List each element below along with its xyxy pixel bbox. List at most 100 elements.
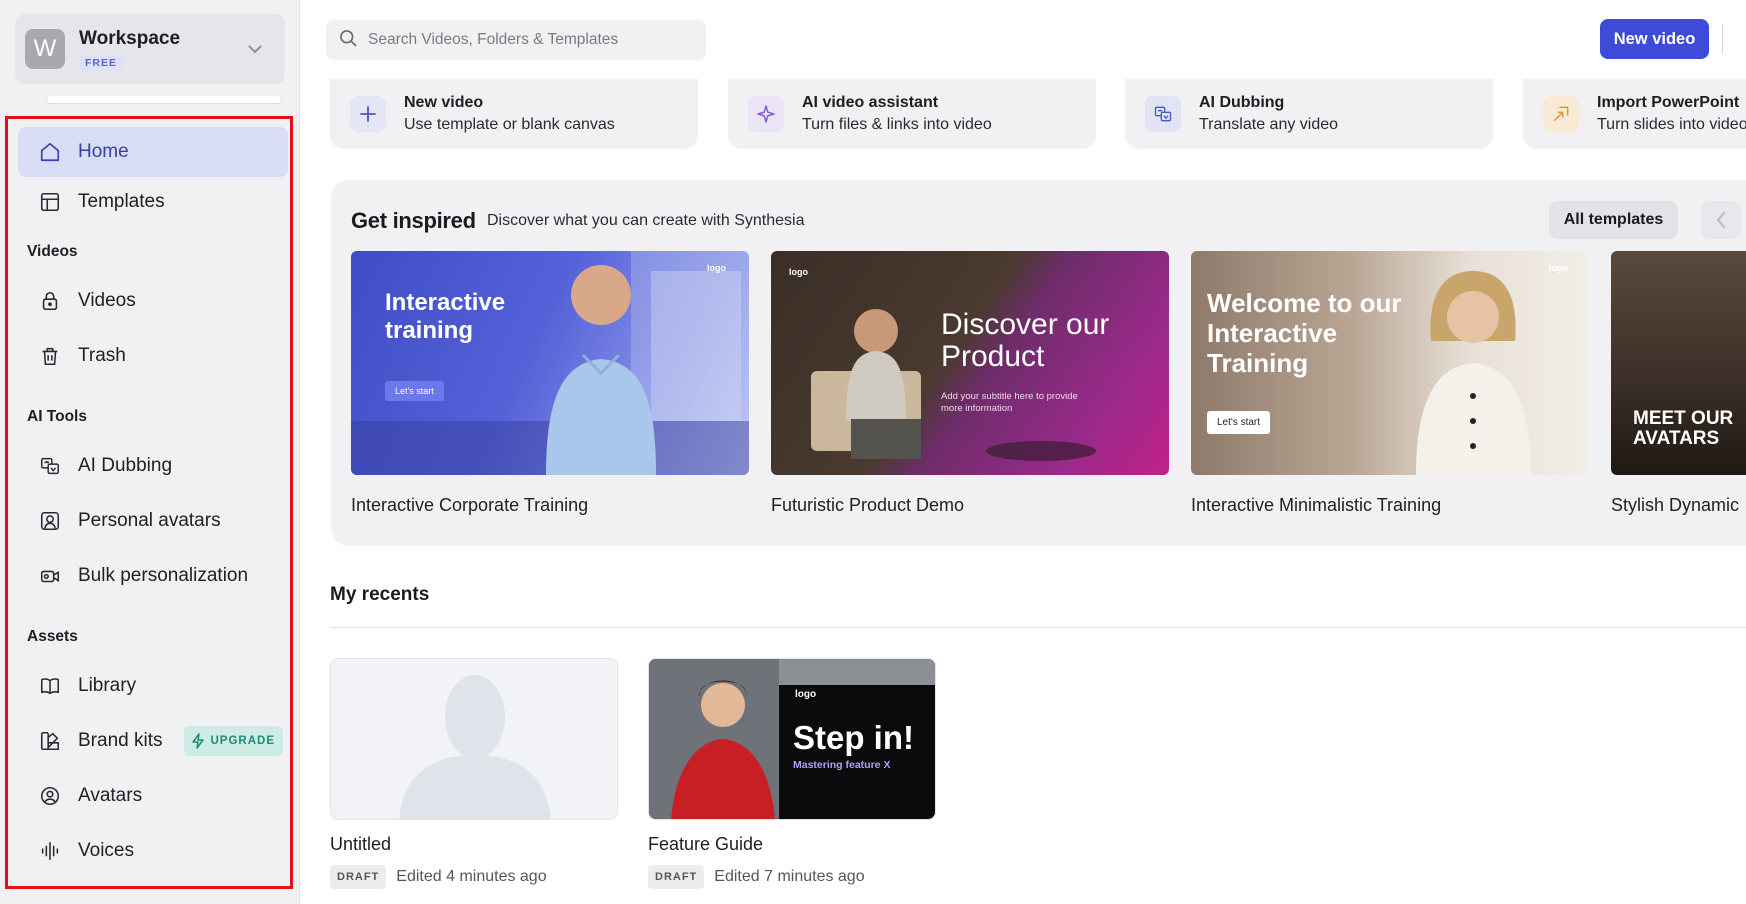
sidebar: W Workspace FREE Home Templates Videos V… — [0, 0, 300, 904]
chevron-left-icon — [1716, 212, 1725, 228]
template-name: Interactive Corporate Training — [351, 495, 589, 515]
waveform-icon — [38, 839, 62, 863]
dubbing-icon — [38, 454, 62, 478]
edited-timestamp: Edited 4 minutes ago — [396, 868, 547, 885]
video-headline: Step in! — [793, 719, 914, 756]
templates-icon — [38, 190, 62, 214]
quick-action-title: AI video assistant — [802, 94, 939, 111]
section-title-ai-tools: AI Tools — [27, 408, 87, 425]
template-logo: logo — [1549, 263, 1568, 273]
get-inspired-panel: Get inspired Discover what you can creat… — [331, 180, 1746, 546]
sidebar-item-label: Templates — [78, 191, 165, 212]
sidebar-nav-highlight: Home Templates Videos Videos Trash AI To… — [5, 116, 293, 889]
section-title: Get inspired — [351, 208, 476, 233]
all-templates-button[interactable]: All templates — [1549, 201, 1678, 239]
sidebar-item-personal-avatars[interactable]: Personal avatars — [18, 496, 288, 546]
sidebar-item-label: Home — [78, 141, 129, 162]
edited-timestamp: Edited 7 minutes ago — [714, 868, 865, 885]
quick-action-title: New video — [404, 94, 484, 111]
sidebar-item-home[interactable]: Home — [18, 127, 288, 177]
quick-action-subtitle: Translate any video — [1199, 116, 1339, 133]
video-name: Untitled — [330, 834, 392, 854]
template-name: Stylish Dynamic — [1611, 495, 1740, 515]
template-card-minimalistic-training[interactable]: Welcome to our Interactive Training Let'… — [1191, 251, 1589, 516]
sidebar-item-templates[interactable]: Templates — [18, 177, 288, 227]
template-thumbnail: Discover our Product Add your subtitle h… — [771, 251, 1169, 475]
sparkle-icon — [748, 96, 784, 132]
video-name: Feature Guide — [648, 834, 764, 854]
sidebar-item-library[interactable]: Library — [18, 661, 288, 711]
plus-icon — [350, 96, 386, 132]
sidebar-item-brand-kits[interactable]: Brand kits UPGRADE — [18, 716, 288, 766]
template-logo: logo — [707, 263, 726, 273]
section-title-videos: Videos — [27, 243, 78, 260]
lightning-icon — [192, 733, 205, 749]
template-headline: Welcome to our Interactive Training — [1207, 288, 1402, 378]
sidebar-item-label: Personal avatars — [78, 510, 221, 531]
brand-kit-icon — [38, 729, 62, 753]
status-badge: DRAFT — [648, 865, 705, 889]
template-card-stylish-dynamic[interactable]: MEET OUR AVATARS Stylish Dynamic — [1611, 251, 1746, 516]
sidebar-item-label: Avatars — [78, 785, 143, 806]
quick-action-ai-dubbing[interactable]: AI Dubbing Translate any video — [1125, 79, 1493, 149]
template-logo: logo — [789, 267, 808, 277]
template-headline: MEET OUR AVATARS — [1633, 408, 1734, 449]
search-input[interactable] — [368, 31, 688, 49]
import-icon — [1543, 96, 1579, 132]
new-video-button[interactable]: New video — [1600, 19, 1709, 59]
sidebar-item-label: Library — [78, 675, 137, 696]
chevron-down-icon[interactable] — [243, 37, 267, 61]
template-thumbnail: MEET OUR AVATARS — [1611, 251, 1746, 475]
template-card-corporate-training[interactable]: Interactive training Let's start logo In… — [351, 251, 749, 516]
template-headline: Interactive training — [385, 289, 506, 344]
template-card-product-demo[interactable]: Discover our Product Add your subtitle h… — [771, 251, 1169, 516]
avatar-icon — [38, 509, 62, 533]
workspace-avatar: W — [25, 29, 65, 69]
sidebar-item-videos[interactable]: Videos — [18, 276, 288, 326]
upgrade-badge[interactable]: UPGRADE — [184, 726, 283, 756]
video-caption: Mastering feature X — [793, 759, 891, 771]
template-thumbnail: Interactive training Let's start logo — [351, 251, 749, 475]
carousel-prev-button[interactable] — [1701, 201, 1741, 239]
search-icon — [338, 28, 358, 53]
quick-action-subtitle: Use template or blank canvas — [404, 116, 615, 133]
sidebar-item-label: Videos — [78, 290, 136, 311]
quick-action-new-video[interactable]: New video Use template or blank canvas — [330, 79, 698, 149]
sidebar-item-avatars[interactable]: Avatars — [18, 771, 288, 821]
workspace-switcher[interactable]: W Workspace FREE — [15, 14, 285, 84]
video-thumbnail — [330, 658, 618, 820]
sidebar-item-label: Trash — [78, 345, 126, 366]
section-subtitle: Discover what you can create with Synthe… — [487, 212, 805, 229]
section-title-assets: Assets — [27, 628, 78, 645]
avatar-placeholder-icon — [399, 675, 551, 819]
recent-video-card[interactable]: Untitled DRAFT Edited 4 minutes ago — [330, 658, 618, 889]
recent-video-card[interactable]: Step in! Mastering feature X logo Featur… — [648, 658, 936, 889]
sidebar-item-label: AI Dubbing — [78, 455, 173, 476]
recents-divider — [330, 627, 1746, 628]
workspace-divider — [46, 96, 282, 104]
sidebar-item-bulk-personalization[interactable]: Bulk personalization — [18, 551, 288, 601]
template-cta: Let's start — [385, 381, 444, 401]
search-bar[interactable] — [326, 20, 706, 60]
template-thumbnail: Welcome to our Interactive Training Let'… — [1191, 251, 1589, 475]
sidebar-item-voices[interactable]: Voices — [18, 826, 288, 876]
template-graphic — [351, 251, 749, 475]
quick-action-import-powerpoint[interactable]: Import PowerPoint Turn slides into video — [1523, 79, 1746, 149]
video-thumbnail: Step in! Mastering feature X logo — [648, 658, 936, 820]
plan-badge: FREE — [79, 54, 124, 71]
toolbar-divider — [1722, 24, 1723, 54]
template-name: Futuristic Product Demo — [771, 495, 965, 515]
dubbing-icon — [1145, 96, 1181, 132]
book-icon — [38, 674, 62, 698]
sidebar-item-label: Voices — [78, 840, 134, 861]
status-badge: DRAFT — [330, 865, 387, 889]
home-icon — [38, 140, 62, 164]
quick-action-subtitle: Turn files & links into video — [802, 116, 992, 133]
template-headline: Discover our Product — [941, 308, 1110, 373]
sidebar-item-ai-dubbing[interactable]: AI Dubbing — [18, 441, 288, 491]
quick-action-ai-video-assistant[interactable]: AI video assistant Turn files & links in… — [728, 79, 1096, 149]
sidebar-item-trash[interactable]: Trash — [18, 331, 288, 381]
template-name: Interactive Minimalistic Training — [1191, 495, 1442, 515]
sidebar-item-label: Bulk personalization — [78, 565, 249, 586]
quick-action-subtitle: Turn slides into video — [1597, 116, 1746, 133]
